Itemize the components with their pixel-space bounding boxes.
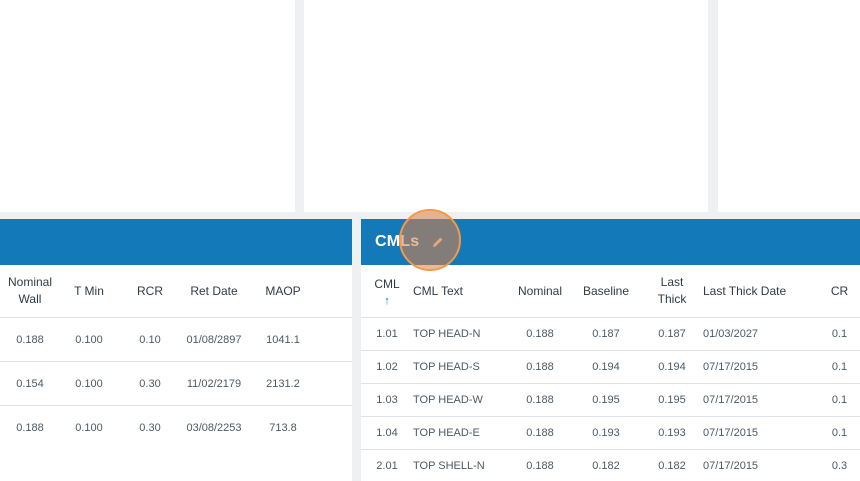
- cell-last-thick: 0.194: [641, 350, 703, 384]
- cell-cr: 0.3: [819, 449, 860, 481]
- cell-baseline: 0.195: [571, 383, 641, 417]
- table-row[interactable]: 2.01 TOP SHELL-N 0.188 0.182 0.182 07/17…: [361, 449, 860, 481]
- cell-t-min: 0.100: [60, 361, 118, 406]
- column-header-nominal[interactable]: Nominal: [509, 265, 571, 318]
- cell-nominal: 0.188: [509, 416, 571, 450]
- column-header-baseline[interactable]: Baseline: [571, 265, 641, 318]
- column-header-rcr[interactable]: RCR: [118, 265, 182, 318]
- column-header-cr[interactable]: CR: [819, 265, 860, 318]
- cell-last-thick: 0.195: [641, 383, 703, 417]
- cell-rcr: 0.30: [118, 405, 182, 450]
- cmls-panel: CMLs CML ↑ CML Text Nominal Baseline Last…: [361, 219, 860, 481]
- cell-last-thick: 0.193: [641, 416, 703, 450]
- cmls-panel-header: CMLs: [361, 219, 860, 265]
- empty-card-left: [0, 0, 295, 212]
- sort-ascending-icon: ↑: [384, 294, 390, 307]
- cell-baseline: 0.193: [571, 416, 641, 450]
- empty-card-right: [718, 0, 860, 212]
- cell-cr: 0.1: [819, 350, 860, 384]
- cell-cr: 0.1: [819, 416, 860, 450]
- column-header-cml[interactable]: CML ↑: [361, 265, 413, 318]
- table-row[interactable]: 0.188 0.100 0.10 01/08/2897 1041.1: [0, 317, 352, 362]
- column-header-cml-text[interactable]: CML Text: [413, 265, 509, 318]
- cell-last-thick-date: 07/17/2015: [703, 416, 819, 450]
- cell-cml: 1.04: [361, 416, 413, 450]
- table-header-row: Nominal Wall T Min RCR Ret Date MAOP: [0, 265, 352, 318]
- cell-nominal: 0.188: [509, 350, 571, 384]
- column-header-spacer: [320, 265, 352, 318]
- cell-maop: 1041.1: [246, 317, 320, 362]
- cell-baseline: 0.187: [571, 317, 641, 351]
- cell-maop: 2131.2: [246, 361, 320, 406]
- cell-nominal: 0.188: [509, 383, 571, 417]
- column-header-ret-date[interactable]: Ret Date: [182, 265, 246, 318]
- table-row[interactable]: 1.04 TOP HEAD-E 0.188 0.193 0.193 07/17/…: [361, 416, 860, 450]
- table-row[interactable]: 1.01 TOP HEAD-N 0.188 0.187 0.187 01/03/…: [361, 317, 860, 351]
- cell-cml: 2.01: [361, 449, 413, 481]
- column-header-last-thick-date[interactable]: Last Thick Date: [703, 265, 819, 318]
- cell-baseline: 0.194: [571, 350, 641, 384]
- cell-last-thick-date: 01/03/2027: [703, 317, 819, 351]
- cell-last-thick: 0.182: [641, 449, 703, 481]
- cell-cml-text: TOP HEAD-E: [413, 416, 509, 450]
- left-table: Nominal Wall T Min RCR Ret Date MAOP 0.18…: [0, 265, 352, 450]
- left-data-panel: Nominal Wall T Min RCR Ret Date MAOP 0.18…: [0, 219, 352, 481]
- cell-cml: 1.02: [361, 350, 413, 384]
- column-header-maop[interactable]: MAOP: [246, 265, 320, 318]
- cell-cr: 0.1: [819, 383, 860, 417]
- cell-cml-text: TOP HEAD-W: [413, 383, 509, 417]
- table-header-row: CML ↑ CML Text Nominal Baseline Last Thick…: [361, 265, 860, 318]
- cell-ret-date: 03/08/2253: [182, 405, 246, 450]
- table-row[interactable]: 0.154 0.100 0.30 11/02/2179 2131.2: [0, 361, 352, 406]
- cell-last-thick-date: 07/17/2015: [703, 449, 819, 481]
- cell-cml-text: TOP SHELL-N: [413, 449, 509, 481]
- cell-nominal-wall: 0.188: [0, 317, 60, 362]
- table-row[interactable]: 0.188 0.100 0.30 03/08/2253 713.8: [0, 405, 352, 450]
- cell-ret-date: 11/02/2179: [182, 361, 246, 406]
- cell-rcr: 0.10: [118, 317, 182, 362]
- cell-nominal: 0.188: [509, 317, 571, 351]
- cell-nominal-wall: 0.188: [0, 405, 60, 450]
- cell-t-min: 0.100: [60, 405, 118, 450]
- column-header-nominal-wall[interactable]: Nominal Wall: [0, 265, 60, 318]
- cmls-table: CML ↑ CML Text Nominal Baseline Last Thick…: [361, 265, 860, 481]
- cell-nominal: 0.188: [509, 449, 571, 481]
- column-header-last-thick[interactable]: Last Thick: [641, 265, 703, 318]
- table-row[interactable]: 1.02 TOP HEAD-S 0.188 0.194 0.194 07/17/…: [361, 350, 860, 384]
- empty-card-middle: [304, 0, 708, 212]
- cell-nominal-wall: 0.154: [0, 361, 60, 406]
- cell-rcr: 0.30: [118, 361, 182, 406]
- cell-cml-text: TOP HEAD-N: [413, 317, 509, 351]
- cell-cml: 1.01: [361, 317, 413, 351]
- left-panel-header: [0, 219, 352, 265]
- column-header-t-min[interactable]: T Min: [60, 265, 118, 318]
- cmls-panel-title: CMLs: [375, 233, 420, 250]
- cell-last-thick: 0.187: [641, 317, 703, 351]
- cell-cr: 0.1: [819, 317, 860, 351]
- cell-ret-date: 01/08/2897: [182, 317, 246, 362]
- cell-last-thick-date: 07/17/2015: [703, 350, 819, 384]
- cell-cml-text: TOP HEAD-S: [413, 350, 509, 384]
- cell-cml: 1.03: [361, 383, 413, 417]
- pencil-icon[interactable]: [431, 235, 445, 249]
- cell-last-thick-date: 07/17/2015: [703, 383, 819, 417]
- table-row[interactable]: 1.03 TOP HEAD-W 0.188 0.195 0.195 07/17/…: [361, 383, 860, 417]
- cell-baseline: 0.182: [571, 449, 641, 481]
- cell-maop: 713.8: [246, 405, 320, 450]
- cell-t-min: 0.100: [60, 317, 118, 362]
